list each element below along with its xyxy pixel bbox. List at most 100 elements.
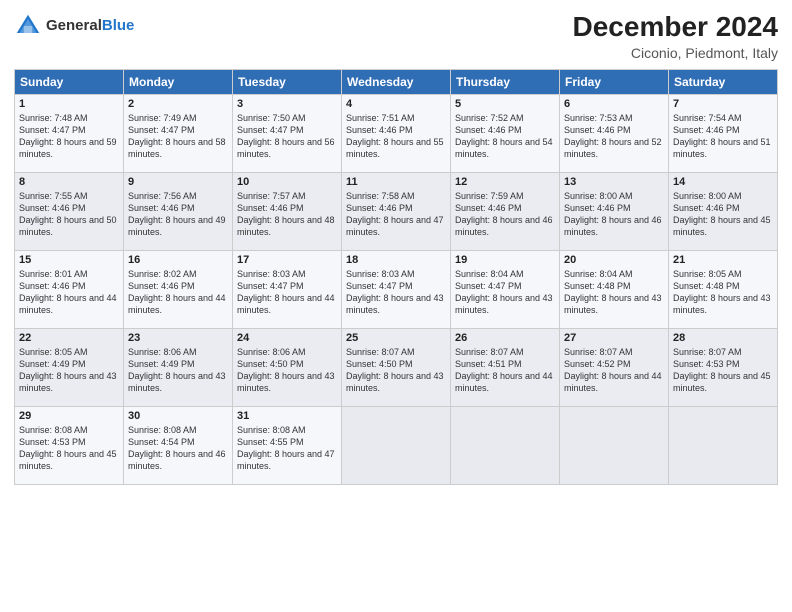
- day-number: 20: [564, 254, 664, 266]
- day-content: Sunrise: 7:48 AMSunset: 4:47 PMDaylight:…: [19, 112, 119, 161]
- day-content: Sunrise: 7:50 AMSunset: 4:47 PMDaylight:…: [237, 112, 337, 161]
- day-cell: 7Sunrise: 7:54 AMSunset: 4:46 PMDaylight…: [669, 94, 778, 172]
- calendar-body: 1 Sunrise: 7:48 AMSunset: 4:47 PMDaylight…: [15, 94, 778, 484]
- day-content: Sunrise: 8:01 AMSunset: 4:46 PMDaylight:…: [19, 268, 119, 317]
- day-content: Sunrise: 7:56 AMSunset: 4:46 PMDaylight:…: [128, 190, 228, 239]
- day-cell: 26 Sunrise: 8:07 AMSunset: 4:51 PMDayligh…: [451, 328, 560, 406]
- day-content: Sunrise: 8:07 AMSunset: 4:51 PMDaylight:…: [455, 346, 555, 395]
- calendar-header: SundayMondayTuesdayWednesdayThursdayFrid…: [15, 69, 778, 94]
- day-cell: 19 Sunrise: 8:04 AMSunset: 4:47 PMDayligh…: [451, 250, 560, 328]
- day-content: Sunrise: 7:58 AMSunset: 4:46 PMDaylight:…: [346, 190, 446, 239]
- day-content: Sunrise: 8:05 AMSunset: 4:49 PMDaylight:…: [19, 346, 119, 395]
- calendar: SundayMondayTuesdayWednesdayThursdayFrid…: [14, 69, 778, 485]
- day-cell: [560, 406, 669, 484]
- day-cell: 3 Sunrise: 7:50 AMSunset: 4:47 PMDaylight…: [233, 94, 342, 172]
- day-cell: 17Sunrise: 8:03 AMSunset: 4:47 PMDayligh…: [233, 250, 342, 328]
- day-content: Sunrise: 8:07 AMSunset: 4:53 PMDaylight:…: [673, 346, 773, 395]
- logo: GeneralBlue: [14, 12, 134, 40]
- day-cell: 4 Sunrise: 7:51 AMSunset: 4:46 PMDaylight…: [342, 94, 451, 172]
- day-cell: [342, 406, 451, 484]
- day-cell: 18 Sunrise: 8:03 AMSunset: 4:47 PMDayligh…: [342, 250, 451, 328]
- day-content: Sunrise: 8:07 AMSunset: 4:50 PMDaylight:…: [346, 346, 446, 395]
- day-content: Sunrise: 8:08 AMSunset: 4:54 PMDaylight:…: [128, 424, 228, 473]
- title-block: December 2024 Ciconio, Piedmont, Italy: [573, 12, 778, 61]
- day-content: Sunrise: 7:55 AMSunset: 4:46 PMDaylight:…: [19, 190, 119, 239]
- day-content: Sunrise: 7:52 AMSunset: 4:46 PMDaylight:…: [455, 112, 555, 161]
- day-number: 13: [564, 176, 664, 188]
- day-cell: 28Sunrise: 8:07 AMSunset: 4:53 PMDayligh…: [669, 328, 778, 406]
- day-number: 26: [455, 332, 555, 344]
- day-content: Sunrise: 7:53 AMSunset: 4:46 PMDaylight:…: [564, 112, 664, 161]
- week-row-2: 8 Sunrise: 7:55 AMSunset: 4:46 PMDaylight…: [15, 172, 778, 250]
- day-number: 7: [673, 98, 773, 110]
- day-cell: [669, 406, 778, 484]
- day-content: Sunrise: 8:08 AMSunset: 4:53 PMDaylight:…: [19, 424, 119, 473]
- day-number: 2: [128, 98, 228, 110]
- day-cell: 5 Sunrise: 7:52 AMSunset: 4:46 PMDaylight…: [451, 94, 560, 172]
- day-content: Sunrise: 8:04 AMSunset: 4:47 PMDaylight:…: [455, 268, 555, 317]
- day-cell: 15 Sunrise: 8:01 AMSunset: 4:46 PMDayligh…: [15, 250, 124, 328]
- week-row-3: 15 Sunrise: 8:01 AMSunset: 4:46 PMDayligh…: [15, 250, 778, 328]
- day-cell: 20 Sunrise: 8:04 AMSunset: 4:48 PMDayligh…: [560, 250, 669, 328]
- day-content: Sunrise: 8:08 AMSunset: 4:55 PMDaylight:…: [237, 424, 337, 473]
- day-cell: [451, 406, 560, 484]
- day-number: 5: [455, 98, 555, 110]
- day-cell: 27Sunrise: 8:07 AMSunset: 4:52 PMDayligh…: [560, 328, 669, 406]
- day-content: Sunrise: 7:59 AMSunset: 4:46 PMDaylight:…: [455, 190, 555, 239]
- header: GeneralBlue December 2024 Ciconio, Piedm…: [14, 12, 778, 61]
- day-content: Sunrise: 8:06 AMSunset: 4:49 PMDaylight:…: [128, 346, 228, 395]
- day-number: 9: [128, 176, 228, 188]
- week-row-4: 22Sunrise: 8:05 AMSunset: 4:49 PMDayligh…: [15, 328, 778, 406]
- day-content: Sunrise: 8:02 AMSunset: 4:46 PMDaylight:…: [128, 268, 228, 317]
- day-cell: 10 Sunrise: 7:57 AMSunset: 4:46 PMDayligh…: [233, 172, 342, 250]
- day-content: Sunrise: 8:03 AMSunset: 4:47 PMDaylight:…: [237, 268, 337, 317]
- month-title: December 2024: [573, 12, 778, 43]
- week-row-5: 29Sunrise: 8:08 AMSunset: 4:53 PMDayligh…: [15, 406, 778, 484]
- day-cell: 9 Sunrise: 7:56 AMSunset: 4:46 PMDaylight…: [124, 172, 233, 250]
- day-content: Sunrise: 8:00 AMSunset: 4:46 PMDaylight:…: [564, 190, 664, 239]
- day-number: 25: [346, 332, 446, 344]
- day-content: Sunrise: 8:05 AMSunset: 4:48 PMDaylight:…: [673, 268, 773, 317]
- day-content: Sunrise: 8:04 AMSunset: 4:48 PMDaylight:…: [564, 268, 664, 317]
- col-header-sunday: Sunday: [15, 69, 124, 94]
- day-number: 1: [19, 98, 119, 110]
- col-header-monday: Monday: [124, 69, 233, 94]
- col-header-thursday: Thursday: [451, 69, 560, 94]
- col-header-saturday: Saturday: [669, 69, 778, 94]
- col-header-wednesday: Wednesday: [342, 69, 451, 94]
- day-content: Sunrise: 7:49 AMSunset: 4:47 PMDaylight:…: [128, 112, 228, 161]
- day-cell: 25 Sunrise: 8:07 AMSunset: 4:50 PMDayligh…: [342, 328, 451, 406]
- logo-icon: [14, 12, 42, 40]
- day-number: 10: [237, 176, 337, 188]
- day-number: 4: [346, 98, 446, 110]
- page: GeneralBlue December 2024 Ciconio, Piedm…: [0, 0, 792, 612]
- day-number: 11: [346, 176, 446, 188]
- day-content: Sunrise: 7:57 AMSunset: 4:46 PMDaylight:…: [237, 190, 337, 239]
- day-cell: 14Sunrise: 8:00 AMSunset: 4:46 PMDayligh…: [669, 172, 778, 250]
- day-cell: 24 Sunrise: 8:06 AMSunset: 4:50 PMDayligh…: [233, 328, 342, 406]
- day-cell: 30 Sunrise: 8:08 AMSunset: 4:54 PMDayligh…: [124, 406, 233, 484]
- day-cell: 2 Sunrise: 7:49 AMSunset: 4:47 PMDaylight…: [124, 94, 233, 172]
- day-cell: 22Sunrise: 8:05 AMSunset: 4:49 PMDayligh…: [15, 328, 124, 406]
- day-content: Sunrise: 8:06 AMSunset: 4:50 PMDaylight:…: [237, 346, 337, 395]
- day-number: 15: [19, 254, 119, 266]
- day-content: Sunrise: 8:03 AMSunset: 4:47 PMDaylight:…: [346, 268, 446, 317]
- day-number: 19: [455, 254, 555, 266]
- day-number: 8: [19, 176, 119, 188]
- day-cell: 12Sunrise: 7:59 AMSunset: 4:46 PMDayligh…: [451, 172, 560, 250]
- day-number: 24: [237, 332, 337, 344]
- day-cell: 29Sunrise: 8:08 AMSunset: 4:53 PMDayligh…: [15, 406, 124, 484]
- day-number: 3: [237, 98, 337, 110]
- day-number: 23: [128, 332, 228, 344]
- day-number: 21: [673, 254, 773, 266]
- day-content: Sunrise: 7:51 AMSunset: 4:46 PMDaylight:…: [346, 112, 446, 161]
- day-number: 14: [673, 176, 773, 188]
- logo-general: GeneralBlue: [46, 17, 134, 35]
- col-header-tuesday: Tuesday: [233, 69, 342, 94]
- day-cell: 21 Sunrise: 8:05 AMSunset: 4:48 PMDayligh…: [669, 250, 778, 328]
- header-row: SundayMondayTuesdayWednesdayThursdayFrid…: [15, 69, 778, 94]
- logo-text: GeneralBlue: [46, 17, 134, 35]
- day-number: 18: [346, 254, 446, 266]
- day-number: 30: [128, 410, 228, 422]
- col-header-friday: Friday: [560, 69, 669, 94]
